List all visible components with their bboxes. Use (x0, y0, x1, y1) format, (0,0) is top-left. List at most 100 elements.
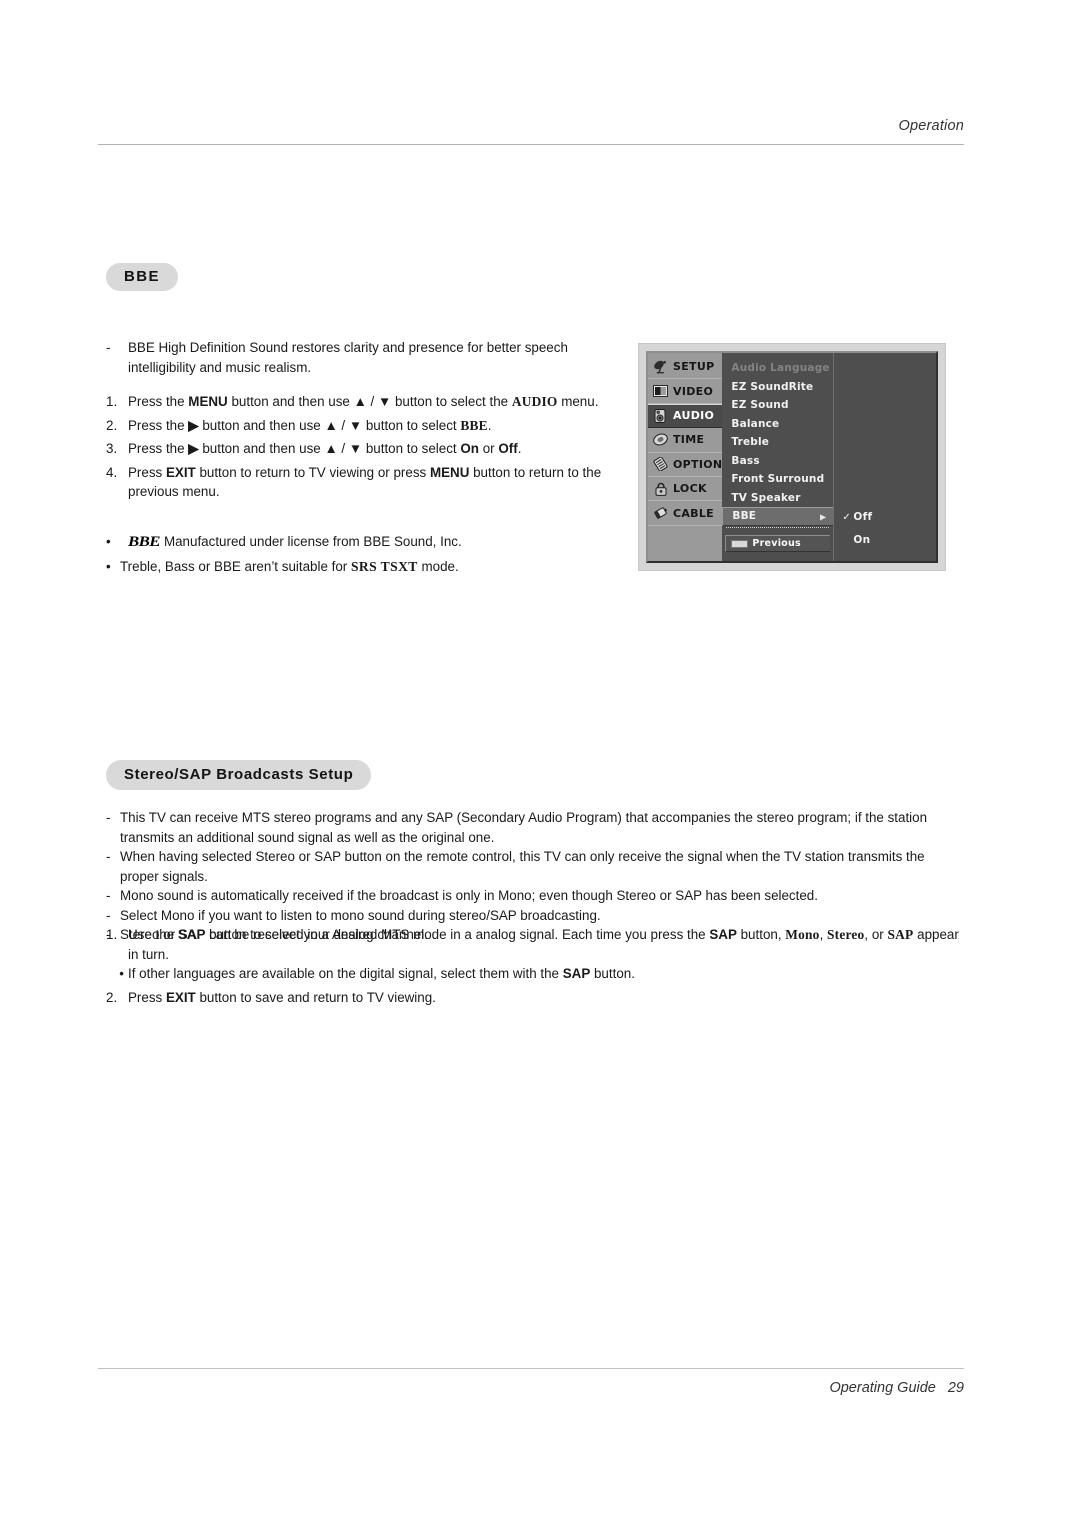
dash-text: This TV can receive MTS stereo programs … (120, 810, 928, 845)
stereo-dash-2: - When having selected Stereo or SAP but… (106, 847, 966, 886)
bbe-note-srs: • Treble, Bass or BBE aren’t suitable fo… (106, 557, 626, 577)
right-arrow-icon: ▶ (188, 441, 199, 456)
osd-tab-label: CABLE (673, 506, 714, 520)
substep-text: If other languages are available on the … (128, 966, 635, 981)
osd-item-list: Audio Language EZ SoundRite EZ Sound Bal… (722, 353, 835, 561)
note-text: BBE. Manufactured under license from BBE… (128, 532, 626, 553)
osd-item-bass[interactable]: Bass (722, 452, 833, 471)
bbe-intro-text: BBE High Definition Sound restores clari… (128, 340, 568, 375)
osd-tab-option[interactable]: OPTION (648, 453, 723, 477)
step-number: 4. (106, 464, 118, 480)
satellite-dish-icon (652, 359, 669, 374)
step-number: 2. (106, 417, 118, 433)
updown-arrows-icon: ▲ / ▼ (324, 441, 363, 456)
checkmark-icon: ✓ (842, 512, 852, 523)
value-mono: Mono (785, 927, 820, 942)
bbe-intro-block: - BBE High Definition Sound restores cla… (106, 338, 626, 377)
osd-option-label: On (853, 534, 871, 546)
osd-tab-lock[interactable]: LOCK (648, 477, 723, 502)
bullet-marker: • (106, 558, 111, 574)
dash-text: When having selected Stereo or SAP butto… (120, 849, 925, 884)
bullet-marker: • (119, 966, 124, 981)
step-number: 1. (106, 394, 118, 409)
header-title: Operation (898, 118, 964, 134)
kbd-sap: SAP (177, 927, 206, 942)
osd-item-label: BBE (732, 510, 757, 522)
stereo-sap-steps-block: 1. Use the SAP button to select your des… (106, 925, 966, 1007)
page-footer: Operating Guide 29 (98, 1368, 964, 1408)
dash-marker: - (106, 888, 111, 903)
value-stereo: Stereo (827, 927, 865, 942)
osd-tab-video[interactable]: VIDEO (648, 379, 723, 404)
osd-tab-label: OPTION (673, 457, 723, 471)
bbe-note-licence: • BBE. Manufactured under license from B… (106, 532, 626, 553)
stereo-substep: • If other languages are available on th… (106, 964, 966, 984)
footer-divider (98, 1368, 964, 1369)
osd-sidebar: SETUP VIDEO AUDIO TIME OPTION LOCK CABLE (648, 353, 723, 561)
page-header: Operation (98, 118, 964, 150)
clock-icon (652, 432, 669, 447)
padlock-icon (652, 481, 669, 496)
section-heading-stereo-sap: Stereo/SAP Broadcasts Setup (106, 760, 372, 790)
osd-item-bbe[interactable]: BBE ▶ (722, 507, 834, 526)
sliders-icon (652, 457, 669, 472)
stereo-step-1: 1. Use the SAP button to select your des… (106, 925, 966, 964)
step-text: Press the MENU button and then use ▲ / ▼… (128, 394, 599, 409)
monitor-icon (652, 384, 669, 399)
kbd-audio: AUDIO (511, 394, 558, 409)
osd-tab-setup[interactable]: SETUP (648, 355, 723, 380)
menu-key-icon (731, 539, 749, 548)
osd-tab-label: TIME (673, 433, 705, 447)
osd-option-on[interactable]: On (842, 534, 870, 546)
osd-tab-label: VIDEO (673, 384, 714, 398)
bbe-logo-icon: BBE (128, 534, 160, 550)
note-text: Treble, Bass or BBE aren’t suitable for … (120, 558, 459, 574)
osd-tab-time[interactable]: TIME (648, 428, 723, 453)
stereo-dash-4: - Select Mono if you want to listen to m… (106, 906, 966, 926)
osd-tab-label: AUDIO (673, 409, 715, 423)
bbe-notes-block: • BBE. Manufactured under license from B… (106, 532, 626, 576)
kbd-menu: MENU (188, 394, 228, 409)
step-number: 2. (106, 989, 118, 1005)
osd-item-balance[interactable]: Balance (722, 415, 833, 434)
header-divider (98, 144, 964, 145)
osd-item-ez-soundrite[interactable]: EZ SoundRite (722, 378, 833, 397)
step-text: Press EXIT button to return to TV viewin… (128, 464, 602, 500)
step-number: 1. (106, 927, 118, 942)
bbe-step-2: 2. Press the ▶ button and then use ▲ / ▼… (106, 416, 636, 436)
osd-option-off[interactable]: ✓ Off (842, 511, 872, 523)
osd-tab-cable[interactable]: CABLE (648, 501, 723, 526)
osd-previous-button[interactable]: Previous (725, 535, 831, 552)
step-text: Press the ▶ button and then use ▲ / ▼ bu… (128, 441, 522, 456)
kbd-menu: MENU (429, 464, 470, 480)
osd-tab-label: SETUP (673, 360, 715, 374)
osd-tab-label: LOCK (673, 482, 707, 496)
speaker-icon (652, 408, 669, 423)
footer-text: Operating Guide 29 (829, 1380, 964, 1396)
kbd-sap: SAP (709, 927, 737, 942)
footer-guide-label: Operating Guide (829, 1380, 936, 1396)
section-heading-bbe: BBE (106, 263, 178, 291)
value-on: On (460, 441, 479, 456)
kbd-bbe: BBE (460, 417, 488, 433)
kbd-exit: EXIT (165, 989, 196, 1005)
osd-item-ez-sound[interactable]: EZ Sound (722, 396, 833, 415)
dash-text: Select Mono if you want to listen to mon… (120, 907, 601, 923)
step-text: Use the SAP button to select your desire… (128, 927, 959, 962)
osd-item-treble[interactable]: Treble (722, 433, 833, 452)
osd-item-tv-speaker[interactable]: TV Speaker (722, 489, 833, 508)
dash-text: Mono sound is automatically received if … (120, 888, 818, 903)
osd-item-front-surround[interactable]: Front Surround (722, 470, 833, 489)
osd-item-audio-language: Audio Language (731, 362, 830, 374)
stereo-dash-1: - This TV can receive MTS stereo program… (106, 808, 966, 847)
dash-marker: - (106, 907, 111, 923)
dash-marker: - (106, 340, 111, 355)
bullet-marker: • (106, 534, 111, 549)
chevron-right-icon: ▶ (820, 512, 827, 521)
value-off: Off (498, 441, 518, 456)
bbe-intro-row: - BBE High Definition Sound restores cla… (106, 338, 626, 377)
updown-arrows-icon: ▲ / ▼ (353, 394, 392, 409)
osd-previous-label: Previous (752, 538, 801, 549)
osd-tab-audio[interactable]: AUDIO (648, 403, 723, 429)
bbe-step-3: 3. Press the ▶ button and then use ▲ / ▼… (106, 439, 636, 459)
